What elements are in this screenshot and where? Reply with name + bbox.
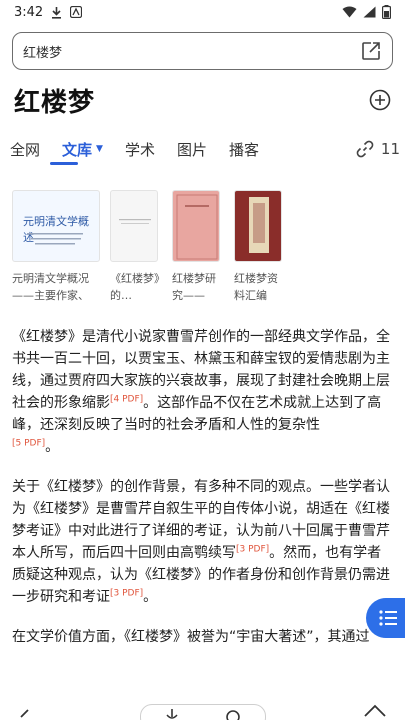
status-time: 3:42 <box>14 4 44 20</box>
link-icon <box>356 140 374 158</box>
status-right <box>342 5 391 19</box>
title-row: 红楼梦 <box>14 82 391 118</box>
signal-icon <box>363 6 376 18</box>
document-thumbnail <box>234 190 282 262</box>
link-count: 11 <box>380 140 400 158</box>
tab-all-web[interactable]: 全网 <box>10 139 40 160</box>
paragraph-text: 。 <box>143 589 158 605</box>
document-title: 红楼梦资料汇编 <box>234 272 278 302</box>
document-card[interactable]: 《红楼梦》的… <box>110 190 162 310</box>
status-left: 3:42 <box>14 4 83 20</box>
document-list: 元明清文学概述 元明清文学概况——主要作家、作… 《红楼梦》的… 红楼梦研究——… <box>12 190 402 310</box>
tab-library[interactable]: 文库 ▼ <box>62 139 103 160</box>
document-title: 红楼梦研究——据… <box>172 272 216 302</box>
add-circle-icon[interactable] <box>369 89 391 111</box>
outline-fab-button[interactable] <box>366 598 405 638</box>
search-box[interactable]: 红楼梦 <box>12 32 393 70</box>
app-notification-icon <box>70 6 83 18</box>
tab-bar: 全网 文库 ▼ 学术 图片 播客 11 <box>10 136 400 162</box>
article-paragraph: 《红楼梦》是清代小说家曹雪芹创作的一部经典文学作品，全书共一百二十回，以贾宝玉、… <box>12 326 394 458</box>
tab-library-label: 文库 <box>62 140 93 159</box>
document-title: 《红楼梦》的… <box>110 272 160 302</box>
download-icon <box>51 6 62 19</box>
thumbnail-book-cover <box>176 194 218 260</box>
paragraph-text: 。 <box>45 439 60 455</box>
bottom-action-pill[interactable] <box>140 704 266 720</box>
document-thumbnail <box>110 190 158 262</box>
sources-link-button[interactable]: 11 <box>355 139 400 159</box>
wifi-icon <box>342 6 357 18</box>
article-body: 《红楼梦》是清代小说家曹雪芹创作的一部经典文学作品，全书共一百二十回，以贾宝玉、… <box>12 326 394 662</box>
citation-link[interactable]: [3 PDF] <box>110 588 143 598</box>
bottom-toolbar <box>0 700 405 720</box>
document-thumbnail <box>172 190 220 262</box>
caret-down-icon: ▼ <box>96 144 103 154</box>
citation-link[interactable]: [5 PDF] <box>12 438 45 448</box>
document-card[interactable]: 红楼梦研究——据… <box>172 190 224 310</box>
battery-icon <box>382 5 391 19</box>
thumbnail-book-cover <box>249 197 269 253</box>
status-bar: 3:42 <box>0 0 405 24</box>
back-arrow-icon[interactable] <box>18 708 30 720</box>
document-thumbnail: 元明清文学概述 <box>12 190 100 262</box>
tab-podcast[interactable]: 播客 <box>229 139 259 160</box>
tab-images[interactable]: 图片 <box>177 139 207 160</box>
paragraph-text: 在文学价值方面，《红楼梦》被誉为“宇宙大著述”，其通过 <box>12 629 370 645</box>
home-icon[interactable] <box>364 704 386 718</box>
article-paragraph: 关于《红楼梦》的创作背景，有多种不同的观点。一些学者认为《红楼梦》是曹雪芹自叙生… <box>12 476 394 608</box>
tab-academic[interactable]: 学术 <box>125 139 155 160</box>
citation-link[interactable]: [3 PDF] <box>236 544 269 554</box>
thumbnail-text-lines <box>27 233 83 245</box>
article-paragraph: 在文学价值方面，《红楼梦》被誉为“宇宙大著述”，其通过 <box>12 626 394 648</box>
open-external-icon[interactable] <box>360 40 382 62</box>
page-title: 红楼梦 <box>14 87 96 118</box>
microphone-icon <box>166 709 178 719</box>
citation-link[interactable]: [4 PDF] <box>110 394 143 404</box>
document-card[interactable]: 红楼梦资料汇编 <box>234 190 286 310</box>
search-icon <box>226 710 240 720</box>
list-icon <box>379 610 397 626</box>
thumbnail-page-lines <box>119 219 151 224</box>
document-title: 元明清文学概况——主要作家、作… <box>12 272 89 302</box>
active-tab-indicator <box>50 162 78 165</box>
search-query[interactable]: 红楼梦 <box>23 42 360 61</box>
document-card[interactable]: 元明清文学概述 元明清文学概况——主要作家、作… <box>12 190 100 310</box>
